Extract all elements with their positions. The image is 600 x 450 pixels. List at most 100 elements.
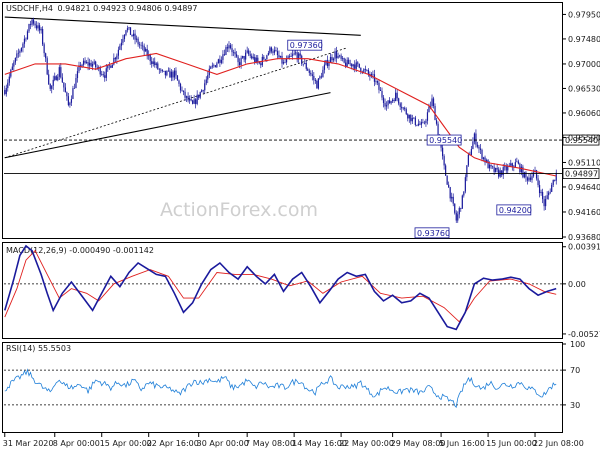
- candle-body: [255, 57, 257, 63]
- candle-body: [163, 70, 165, 72]
- candle-body: [401, 106, 403, 109]
- candle-body: [135, 38, 138, 40]
- candle-body: [252, 57, 254, 59]
- candle-body: [417, 123, 419, 126]
- candle-body: [454, 203, 456, 213]
- candle-body: [161, 69, 163, 72]
- candle-body: [501, 170, 503, 176]
- candle-body: [388, 100, 391, 104]
- candle-body: [408, 114, 410, 119]
- candle-body: [167, 70, 169, 72]
- candle-body: [45, 53, 47, 59]
- candle-body: [396, 92, 398, 99]
- price-ytick-label: 0.93680: [568, 233, 600, 242]
- candle-body: [399, 103, 401, 107]
- xtick-label: 30 Apr 00:00: [197, 439, 249, 448]
- candle-body: [355, 62, 357, 69]
- candle-body: [290, 55, 292, 57]
- candle-body: [73, 88, 76, 89]
- candle-body: [26, 31, 29, 39]
- candle-body: [14, 57, 16, 63]
- candle-body: [60, 67, 62, 78]
- candle-body: [366, 69, 368, 71]
- candle-body: [496, 167, 498, 170]
- candle-body: [126, 28, 129, 31]
- rsi-ytick-label: 30: [570, 401, 580, 410]
- candle-body: [511, 163, 513, 167]
- candle-body: [63, 82, 65, 88]
- candle-body: [158, 69, 160, 70]
- price-ytick-label: 0.94640: [568, 183, 600, 192]
- candle-body: [220, 59, 223, 63]
- candle-body: [195, 99, 197, 104]
- candle-body: [302, 63, 304, 65]
- candle-body: [385, 105, 388, 107]
- candle-body: [226, 47, 229, 49]
- candle-body: [31, 19, 33, 25]
- candle-body: [437, 123, 439, 135]
- candle-body: [340, 55, 342, 59]
- candle-body: [379, 89, 382, 92]
- candle-body: [17, 52, 19, 54]
- candle-body: [11, 66, 13, 70]
- candle-body: [266, 55, 268, 60]
- candle-body: [528, 177, 530, 181]
- candle-body: [338, 55, 341, 57]
- candle-body: [125, 30, 127, 35]
- candle-body: [335, 51, 338, 59]
- chart-root: ActionForex.com USDCHF,H4 0.94821 0.9492…: [0, 0, 600, 450]
- candle-body: [201, 90, 203, 93]
- price-ytick-label: 0.96530: [568, 84, 600, 93]
- candle-body: [467, 154, 469, 166]
- candle-body: [160, 69, 162, 71]
- watermark: ActionForex.com: [160, 199, 318, 221]
- candle-body: [219, 59, 221, 63]
- candle-body: [199, 92, 201, 98]
- candle-body: [42, 29, 44, 45]
- candle-body: [495, 167, 497, 172]
- candle-body: [431, 98, 433, 107]
- candle-body: [349, 63, 351, 65]
- candle-body: [492, 166, 494, 167]
- candle-body: [460, 208, 462, 209]
- candle-body: [22, 43, 24, 48]
- candle-body: [516, 161, 518, 163]
- candle-body: [428, 106, 430, 113]
- candle-body: [504, 166, 506, 168]
- candle-body: [88, 62, 91, 66]
- candle-body: [184, 91, 186, 98]
- candle-body: [295, 52, 297, 54]
- candle-body: [320, 76, 323, 78]
- candle-body: [470, 149, 473, 156]
- candle-body: [393, 99, 395, 102]
- candle-body: [251, 55, 253, 59]
- candle-body: [119, 45, 121, 50]
- candle-body: [267, 53, 269, 56]
- candle-body: [270, 47, 273, 52]
- price-hline-label: 0.94897: [565, 170, 598, 179]
- candle-body: [416, 124, 418, 126]
- ohlc-values: 0.94821 0.94923 0.94806 0.94897: [58, 4, 198, 13]
- candle-body: [243, 55, 245, 60]
- candle-body: [445, 165, 447, 176]
- candle-body: [543, 199, 545, 207]
- price-ytick-label: 0.96060: [568, 109, 600, 118]
- candle-body: [343, 58, 345, 63]
- candle-body: [348, 59, 350, 65]
- candle-body: [13, 62, 15, 67]
- candle-body: [493, 166, 495, 172]
- candle-body: [140, 45, 142, 46]
- candle-body: [179, 83, 182, 91]
- candle-body: [64, 87, 66, 93]
- candle-body: [134, 33, 136, 40]
- candle-body: [455, 212, 457, 221]
- candle-body: [217, 59, 219, 64]
- candle-body: [376, 81, 379, 83]
- macd-ytick-label: 0.00: [568, 280, 586, 289]
- candle-body: [4, 90, 6, 95]
- candle-body: [537, 178, 539, 186]
- candle-body: [82, 60, 85, 65]
- candle-body: [305, 62, 307, 69]
- xtick-label: 29 May 08:00: [391, 439, 446, 448]
- xtick-label: 31 Mar 2020: [3, 439, 54, 448]
